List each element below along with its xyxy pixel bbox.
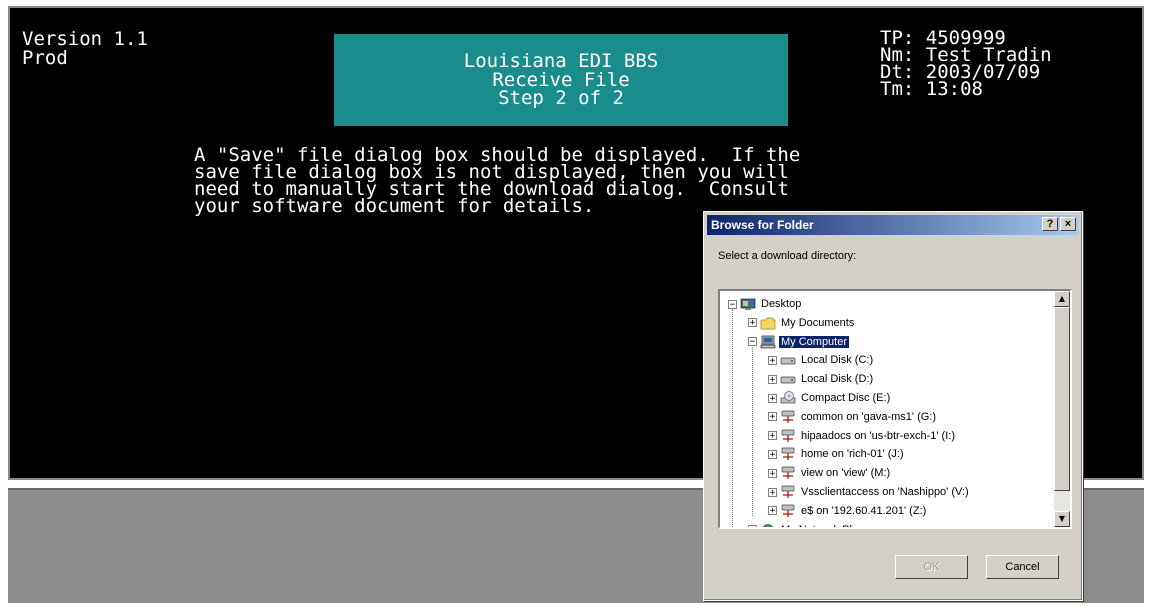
expand-icon[interactable]: + bbox=[748, 318, 757, 328]
expand-icon[interactable]: + bbox=[768, 506, 777, 516]
folder-icon bbox=[760, 316, 776, 330]
tree-item[interactable]: + Local Disk (C:) bbox=[768, 351, 875, 369]
tree-item[interactable]: + My Documents bbox=[748, 314, 856, 332]
banner-step: Step 2 of 2 bbox=[498, 87, 624, 109]
help-button[interactable]: ? bbox=[1042, 217, 1058, 231]
tree-item-label: My Computer bbox=[779, 335, 850, 348]
drive-icon bbox=[780, 353, 796, 367]
version-block: Version 1.1 Prod bbox=[22, 30, 148, 68]
expand-icon[interactable]: + bbox=[768, 468, 777, 478]
environment-label: Prod bbox=[22, 47, 68, 69]
network-drive-icon bbox=[780, 504, 796, 518]
drive-icon bbox=[780, 372, 796, 386]
tree-item[interactable]: + view on 'view' (M:) bbox=[768, 464, 892, 482]
tree-item-label: Desktop bbox=[761, 298, 802, 311]
tree-connector bbox=[752, 346, 753, 516]
instruction-message: A "Save" file dialog box should be displ… bbox=[194, 146, 800, 216]
tree-item-label: My Documents bbox=[781, 316, 855, 329]
collapse-icon[interactable]: − bbox=[728, 299, 737, 309]
tree-item[interactable]: − Desktop bbox=[728, 295, 803, 313]
tree-item-label: home on 'rich-01' (J:) bbox=[801, 448, 904, 461]
network-drive-icon bbox=[780, 410, 796, 424]
browse-for-folder-dialog: Browse for Folder ? × Select a download … bbox=[703, 211, 1083, 601]
tree-item[interactable]: + hipaadocs on 'us-btr-exch-1' (I:) bbox=[768, 427, 957, 445]
network-drive-icon bbox=[780, 485, 796, 499]
tree-item[interactable]: + Vssclientaccess on 'Nashippo' (V:) bbox=[768, 483, 971, 501]
tree-item[interactable]: + Local Disk (D:) bbox=[768, 370, 875, 388]
network-drive-icon bbox=[780, 466, 796, 480]
tree-item[interactable]: + home on 'rich-01' (J:) bbox=[768, 445, 906, 463]
expand-icon[interactable]: + bbox=[748, 525, 757, 527]
folder-tree-viewport: − Desktop + My Documents − My Computer + Local … bbox=[720, 291, 1054, 527]
tree-item-label: e$ on '192.60.41.201' (Z:) bbox=[801, 504, 927, 517]
network-drive-icon bbox=[780, 429, 796, 443]
session-info: TP: 4509999 Nm: Test Tradin Dt: 2003/07/09… bbox=[880, 29, 1052, 100]
tree-item[interactable]: + My Network Places bbox=[748, 521, 877, 527]
tree-item-label: Vssclientaccess on 'Nashippo' (V:) bbox=[801, 486, 969, 499]
tree-item-label: common on 'gava-ms1' (G:) bbox=[801, 410, 937, 423]
network-places-icon bbox=[760, 523, 776, 527]
tree-item-label: Local Disk (D:) bbox=[801, 373, 874, 386]
tree-item-label: hipaadocs on 'us-btr-exch-1' (I:) bbox=[801, 429, 955, 442]
tree-connector bbox=[732, 309, 733, 527]
cd-icon bbox=[780, 391, 796, 405]
expand-icon[interactable]: + bbox=[768, 355, 777, 365]
tree-item[interactable]: + e$ on '192.60.41.201' (Z:) bbox=[768, 502, 928, 520]
scroll-up-icon[interactable]: ▲ bbox=[1054, 291, 1070, 307]
ok-button[interactable]: OK bbox=[895, 555, 968, 579]
close-button[interactable]: × bbox=[1060, 217, 1076, 231]
expand-icon[interactable]: + bbox=[768, 487, 777, 497]
tree-scrollbar[interactable]: ▲ ▼ bbox=[1054, 291, 1070, 527]
computer-icon bbox=[760, 335, 776, 349]
tree-item[interactable]: + Compact Disc (E:) bbox=[768, 389, 892, 407]
tree-item-label: Compact Disc (E:) bbox=[801, 392, 891, 405]
collapse-icon[interactable]: − bbox=[748, 337, 757, 347]
scroll-down-icon[interactable]: ▼ bbox=[1054, 511, 1070, 527]
tree-item-label: view on 'view' (M:) bbox=[801, 467, 891, 480]
expand-icon[interactable]: + bbox=[768, 393, 777, 403]
dialog-titlebar[interactable]: Browse for Folder ? × bbox=[707, 215, 1079, 235]
expand-icon[interactable]: + bbox=[768, 374, 777, 384]
desktop-icon bbox=[740, 297, 756, 311]
tree-item[interactable]: + common on 'gava-ms1' (G:) bbox=[768, 408, 938, 426]
network-drive-icon bbox=[780, 447, 796, 461]
title-banner: Louisiana EDI BBS Receive File Step 2 of… bbox=[334, 34, 788, 126]
tree-item-label: Local Disk (C:) bbox=[801, 354, 874, 367]
scroll-thumb[interactable] bbox=[1054, 307, 1070, 491]
dialog-prompt: Select a download directory: bbox=[718, 250, 857, 262]
folder-tree[interactable]: − Desktop + My Documents − My Computer + Local … bbox=[718, 289, 1072, 529]
expand-icon[interactable]: + bbox=[768, 412, 777, 422]
tree-item[interactable]: − My Computer bbox=[748, 333, 850, 351]
tree-item-label: My Network Places bbox=[779, 524, 877, 527]
expand-icon[interactable]: + bbox=[768, 431, 777, 441]
expand-icon[interactable]: + bbox=[768, 449, 777, 459]
cancel-button[interactable]: Cancel bbox=[986, 555, 1059, 579]
session-time: Tm: 13:08 bbox=[880, 78, 983, 100]
dialog-title: Browse for Folder bbox=[711, 218, 814, 232]
